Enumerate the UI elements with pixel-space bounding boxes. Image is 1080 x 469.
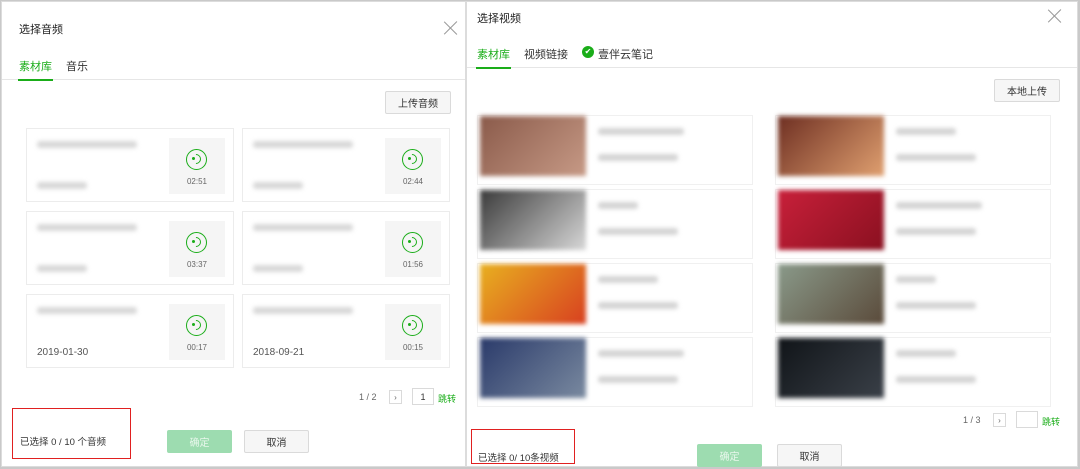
audio-item[interactable]: 01:56	[242, 211, 450, 285]
cloud-note-icon: ✔	[582, 46, 594, 58]
tab-cloud-notes[interactable]: 壹伴云笔记	[598, 46, 653, 62]
audio-meta-blurred	[37, 182, 87, 189]
video-item[interactable]	[775, 263, 1051, 333]
video-thumbnail	[480, 190, 586, 250]
video-item[interactable]	[477, 263, 753, 333]
dialog-title: 选择音频	[19, 24, 63, 36]
audio-title-blurred	[37, 307, 137, 314]
audio-duration: 00:17	[186, 343, 208, 352]
video-thumbnail	[778, 338, 884, 398]
video-item[interactable]	[775, 337, 1051, 407]
audio-date: 2018-09-21	[253, 347, 305, 358]
video-title-blurred	[896, 128, 956, 135]
tab-bar: 素材库 视频链接 ✔ 壹伴云笔记	[467, 40, 1077, 69]
jump-link[interactable]: 跳转	[1042, 415, 1060, 428]
audio-date: 2019-01-30	[37, 347, 89, 358]
audio-thumbnail: 02:44	[385, 138, 441, 194]
video-title-blurred	[598, 128, 684, 135]
audio-picker-dialog: 选择音频 素材库 音乐 上传音频 02:51 02:44 03:37 01:56…	[1, 1, 466, 467]
selected-count: 已选择 0/ 10条视频	[478, 453, 559, 464]
audio-title-blurred	[253, 141, 353, 148]
video-item[interactable]	[775, 115, 1051, 185]
audio-wave-icon	[186, 232, 207, 253]
audio-wave-icon	[186, 149, 207, 170]
video-thumbnail	[480, 338, 586, 398]
audio-meta-blurred	[253, 182, 303, 189]
audio-thumbnail: 00:15	[385, 304, 441, 360]
audio-wave-icon	[402, 315, 423, 336]
video-item[interactable]	[477, 189, 753, 259]
video-thumbnail	[778, 264, 884, 324]
local-upload-button[interactable]: 本地上传	[994, 79, 1060, 102]
audio-item[interactable]: 03:37	[26, 211, 234, 285]
confirm-button[interactable]: 确定	[697, 444, 762, 467]
audio-item[interactable]: 02:44	[242, 128, 450, 202]
video-title-blurred	[598, 350, 684, 357]
page-number-input[interactable]: 1	[412, 388, 434, 405]
video-picker-dialog: 选择视频 素材库 视频链接 ✔ 壹伴云笔记 本地上传 1 / 3 › 跳转 已选…	[466, 1, 1078, 467]
next-page-button[interactable]: ›	[993, 413, 1006, 427]
page-indicator: 1 / 3	[963, 415, 981, 425]
video-thumbnail	[480, 264, 586, 324]
close-icon[interactable]	[443, 20, 459, 36]
audio-meta-blurred	[253, 265, 303, 272]
jump-link[interactable]: 跳转	[438, 392, 456, 405]
video-meta-blurred	[896, 302, 976, 309]
video-meta-blurred	[598, 376, 678, 383]
dialog-title: 选择视频	[477, 13, 521, 25]
audio-duration: 01:56	[402, 260, 424, 269]
upload-audio-button[interactable]: 上传音频	[385, 91, 451, 114]
video-meta-blurred	[896, 228, 976, 235]
tab-bar: 素材库 音乐	[2, 52, 465, 81]
confirm-button[interactable]: 确定	[167, 430, 232, 453]
audio-item[interactable]: 2018-09-21 00:15	[242, 294, 450, 368]
video-item[interactable]	[477, 337, 753, 407]
page-number-input[interactable]	[1016, 411, 1038, 428]
video-meta-blurred	[598, 228, 678, 235]
audio-thumbnail: 00:17	[169, 304, 225, 360]
video-title-blurred	[896, 202, 982, 209]
video-thumbnail	[480, 116, 586, 176]
audio-duration: 02:51	[186, 177, 208, 186]
tab-video-link[interactable]: 视频链接	[524, 46, 568, 62]
video-meta-blurred	[598, 302, 678, 309]
next-page-button[interactable]: ›	[389, 390, 402, 404]
tab-material-library[interactable]: 素材库	[476, 46, 511, 69]
video-meta-blurred	[896, 376, 976, 383]
audio-thumbnail: 03:37	[169, 221, 225, 277]
video-title-blurred	[896, 276, 936, 283]
audio-duration: 00:15	[402, 343, 424, 352]
audio-wave-icon	[186, 315, 207, 336]
video-thumbnail	[778, 116, 884, 176]
audio-meta-blurred	[37, 265, 87, 272]
audio-duration: 03:37	[186, 260, 208, 269]
audio-thumbnail: 02:51	[169, 138, 225, 194]
video-title-blurred	[598, 276, 658, 283]
selected-count: 已选择 0 / 10 个音频	[20, 437, 107, 448]
video-item[interactable]	[477, 115, 753, 185]
close-icon[interactable]	[1047, 8, 1063, 24]
video-title-blurred	[896, 350, 956, 357]
audio-duration: 02:44	[402, 177, 424, 186]
audio-item[interactable]: 2019-01-30 00:17	[26, 294, 234, 368]
audio-thumbnail: 01:56	[385, 221, 441, 277]
video-meta-blurred	[598, 154, 678, 161]
video-title-blurred	[598, 202, 638, 209]
page-indicator: 1 / 2	[359, 392, 377, 402]
cancel-button[interactable]: 取消	[777, 444, 842, 467]
video-item[interactable]	[775, 189, 1051, 259]
audio-wave-icon	[402, 149, 423, 170]
audio-title-blurred	[37, 224, 137, 231]
cancel-button[interactable]: 取消	[244, 430, 309, 453]
audio-title-blurred	[253, 307, 353, 314]
video-meta-blurred	[896, 154, 976, 161]
audio-title-blurred	[37, 141, 137, 148]
audio-wave-icon	[402, 232, 423, 253]
tab-music[interactable]: 音乐	[66, 58, 88, 74]
tab-material-library[interactable]: 素材库	[18, 58, 53, 81]
video-thumbnail	[778, 190, 884, 250]
audio-item[interactable]: 02:51	[26, 128, 234, 202]
audio-title-blurred	[253, 224, 353, 231]
